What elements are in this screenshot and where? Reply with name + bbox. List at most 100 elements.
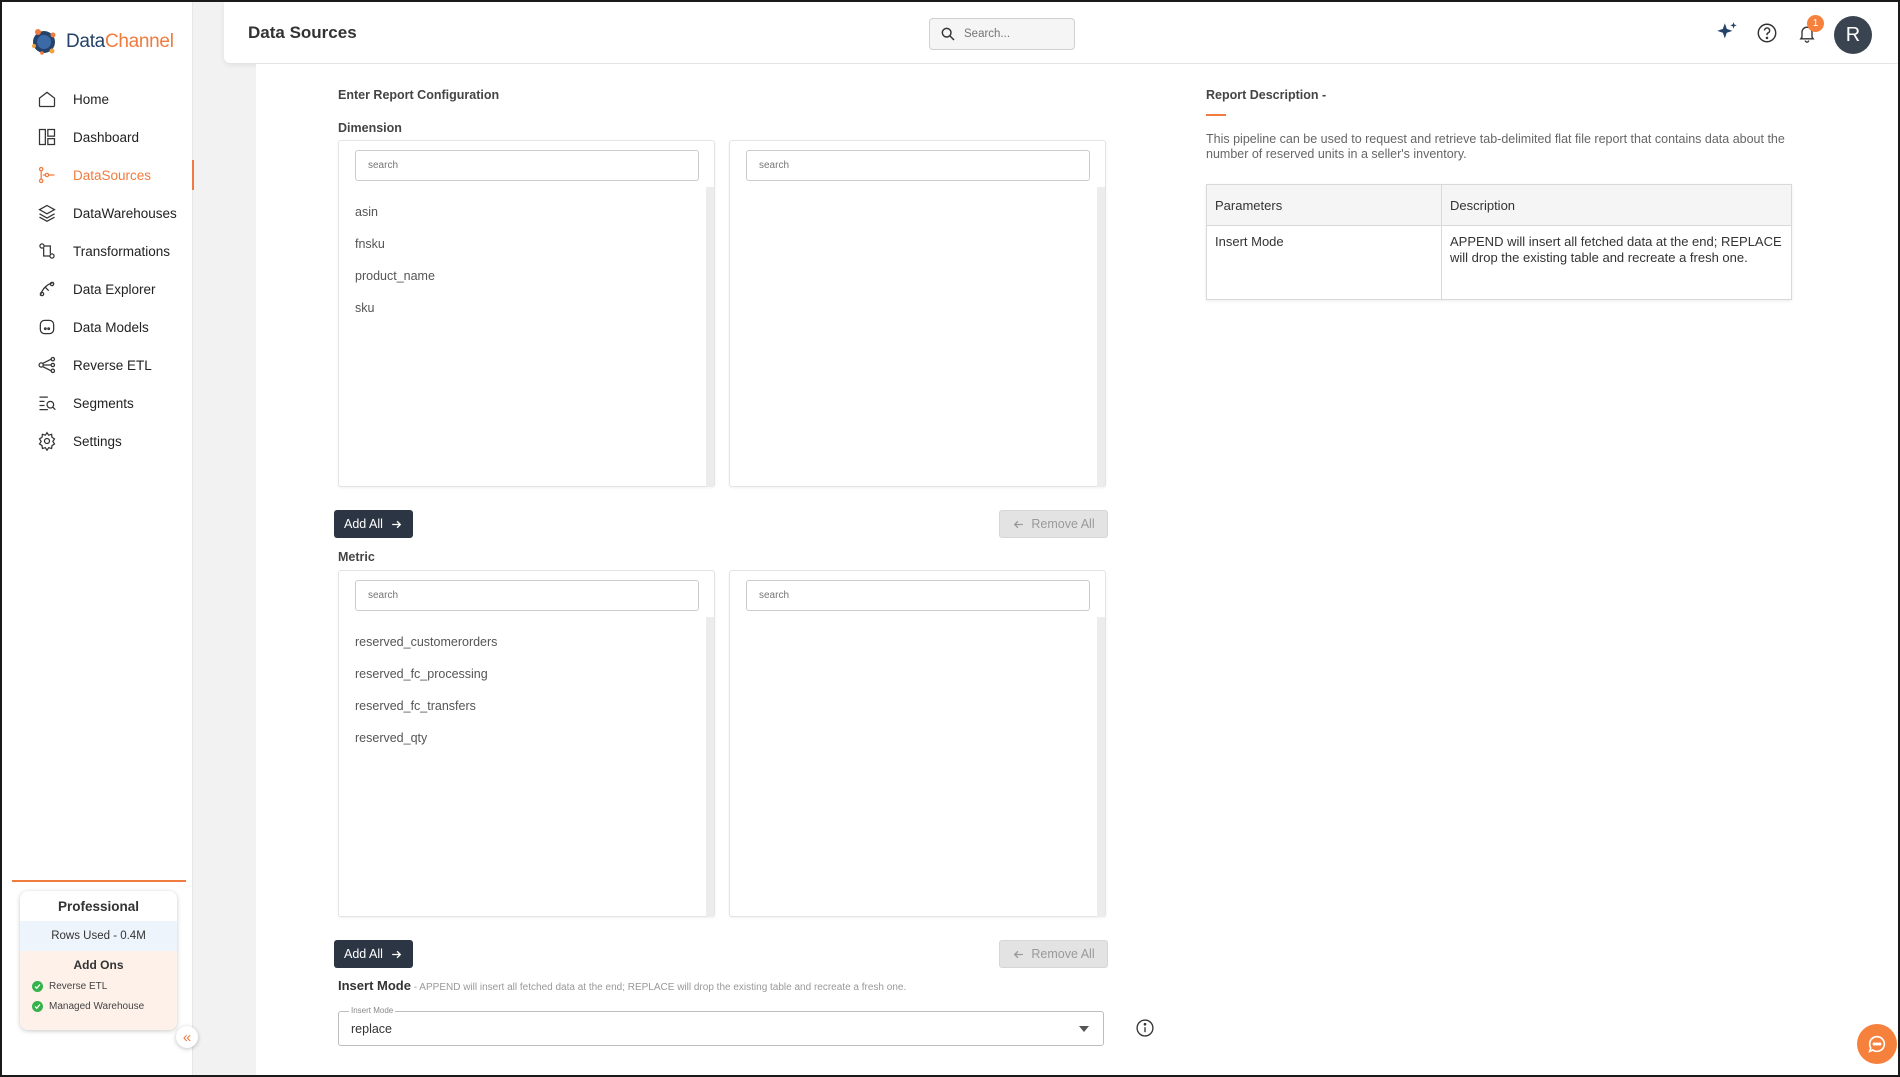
explorer-icon	[36, 278, 58, 300]
dashboard-icon	[36, 126, 58, 148]
logo-text: DataChannel	[66, 31, 174, 52]
global-search[interactable]	[929, 18, 1075, 50]
insert-mode-floating-label: Insert Mode	[349, 1006, 396, 1015]
scrollbar[interactable]	[706, 617, 714, 917]
config-title: Enter Report Configuration	[338, 88, 500, 102]
insert-mode-info-button[interactable]	[1134, 1017, 1156, 1039]
addon-item: Managed Warehouse	[20, 996, 177, 1016]
sidebar: DataChannel Home Dashboard DataSources D…	[2, 2, 194, 1075]
table-header: Parameters	[1206, 184, 1442, 226]
insert-mode-label: Insert Mode - APPEND will insert all fet…	[338, 978, 907, 993]
chat-bubble-icon	[1868, 1035, 1886, 1053]
search-icon	[941, 27, 955, 41]
arrow-right-icon	[392, 520, 402, 528]
notifications-button[interactable]: 1	[1788, 14, 1826, 52]
list-item[interactable]: product_name	[339, 260, 699, 292]
transform-icon	[36, 240, 58, 262]
dimension-label: Dimension	[338, 121, 402, 135]
table-cell: APPEND will insert all fetched data at t…	[1441, 225, 1792, 300]
app-logo[interactable]: DataChannel	[28, 26, 174, 58]
insert-mode-value: replace	[351, 1022, 392, 1036]
addon-item: Reverse ETL	[20, 976, 177, 996]
layers-icon	[36, 202, 58, 224]
arrow-right-icon	[392, 950, 402, 958]
check-icon	[32, 980, 43, 992]
list-item[interactable]: reserved_fc_transfers	[339, 690, 699, 722]
chat-support-button[interactable]	[1857, 1024, 1897, 1064]
plan-divider	[12, 880, 186, 882]
sidebar-item-datawarehouses[interactable]: DataWarehouses	[2, 194, 193, 232]
arrow-left-icon	[1014, 950, 1024, 958]
datasources-icon	[36, 164, 58, 186]
top-header: Data Sources 1 R	[224, 2, 1898, 63]
table-header: Description	[1441, 184, 1792, 226]
sidebar-item-segments[interactable]: Segments	[2, 384, 193, 422]
search-input[interactable]	[964, 28, 1064, 40]
sparkle-icon	[1717, 22, 1737, 39]
sidebar-item-data-models[interactable]: Data Models	[2, 308, 193, 346]
addons-title: Add Ons	[73, 958, 124, 972]
logo-mark-icon	[32, 29, 56, 55]
report-description-title: Report Description -	[1206, 88, 1327, 102]
dimension-available-search[interactable]	[355, 150, 699, 181]
caret-down-icon	[1079, 1026, 1089, 1032]
plan-card: Professional Rows Used - 0.4M Add Ons Re…	[20, 891, 177, 1030]
list-item[interactable]: reserved_customerorders	[339, 626, 699, 658]
segments-icon	[36, 392, 58, 414]
collapse-sidebar-button[interactable]: «	[176, 1026, 198, 1048]
insert-mode-hint: - APPEND will insert all fetched data at…	[410, 982, 907, 993]
arrow-left-icon	[1014, 520, 1024, 528]
sidebar-item-dashboard[interactable]: Dashboard	[2, 118, 193, 156]
parameters-table: Parameters Description Insert Mode APPEN…	[1206, 184, 1792, 300]
scrollbar[interactable]	[706, 187, 714, 487]
sidebar-item-reverse-etl[interactable]: Reverse ETL	[2, 346, 193, 384]
dimension-available-list: asin fnsku product_name sku	[338, 140, 715, 487]
list-item[interactable]: reserved_fc_processing	[339, 658, 699, 690]
sidebar-item-home[interactable]: Home	[2, 80, 193, 118]
table-cell: Insert Mode	[1206, 225, 1442, 300]
dimension-selected-list	[729, 140, 1106, 487]
models-icon	[36, 316, 58, 338]
rows-used: Rows Used - 0.4M	[20, 921, 177, 951]
sidebar-item-data-explorer[interactable]: Data Explorer	[2, 270, 193, 308]
dimension-add-all-button[interactable]: Add All	[334, 510, 413, 538]
table-header-row: Parameters Description	[1206, 184, 1792, 226]
reverse-etl-icon	[36, 354, 58, 376]
report-description-underline	[1206, 114, 1226, 116]
list-item[interactable]: reserved_qty	[339, 722, 699, 754]
sidebar-nav: Home Dashboard DataSources DataWarehouse…	[2, 80, 194, 460]
gear-icon	[36, 430, 58, 452]
metric-available-search[interactable]	[355, 580, 699, 611]
metric-remove-all-button[interactable]: Remove All	[999, 940, 1108, 968]
help-icon	[1757, 23, 1777, 43]
list-item[interactable]: asin	[339, 196, 699, 228]
home-icon	[36, 88, 58, 110]
list-item[interactable]: fnsku	[339, 228, 699, 260]
scrollbar[interactable]	[1097, 187, 1105, 487]
sidebar-item-transformations[interactable]: Transformations	[2, 232, 193, 270]
metric-label: Metric	[338, 550, 375, 564]
check-icon	[32, 1000, 43, 1012]
plan-title: Professional	[57, 898, 140, 914]
dimension-selected-search[interactable]	[746, 150, 1090, 181]
metric-selected-search[interactable]	[746, 580, 1090, 611]
page-title: Data Sources	[248, 23, 357, 42]
metric-selected-list	[729, 570, 1106, 917]
help-button[interactable]	[1748, 14, 1786, 52]
user-avatar[interactable]: R	[1834, 16, 1872, 54]
dimension-remove-all-button[interactable]: Remove All	[999, 510, 1108, 538]
ai-sparkle-button[interactable]	[1708, 14, 1746, 52]
list-item[interactable]: sku	[339, 292, 699, 324]
main-content: Enter Report Configuration Dimension asi…	[256, 64, 1898, 1075]
sidebar-item-settings[interactable]: Settings	[2, 422, 193, 460]
info-icon	[1136, 1019, 1154, 1037]
table-row: Insert Mode APPEND will insert all fetch…	[1206, 225, 1792, 300]
insert-mode-select[interactable]: Insert Mode replace	[338, 1006, 1104, 1046]
metric-available-list: reserved_customerorders reserved_fc_proc…	[338, 570, 715, 917]
scrollbar[interactable]	[1097, 617, 1105, 917]
notification-badge: 1	[1807, 15, 1824, 32]
sidebar-item-datasources[interactable]: DataSources	[2, 156, 194, 194]
addons: Add Ons Reverse ETL Managed Warehouse	[20, 951, 177, 1030]
double-chevron-left-icon: «	[182, 1028, 192, 1046]
metric-add-all-button[interactable]: Add All	[334, 940, 413, 968]
